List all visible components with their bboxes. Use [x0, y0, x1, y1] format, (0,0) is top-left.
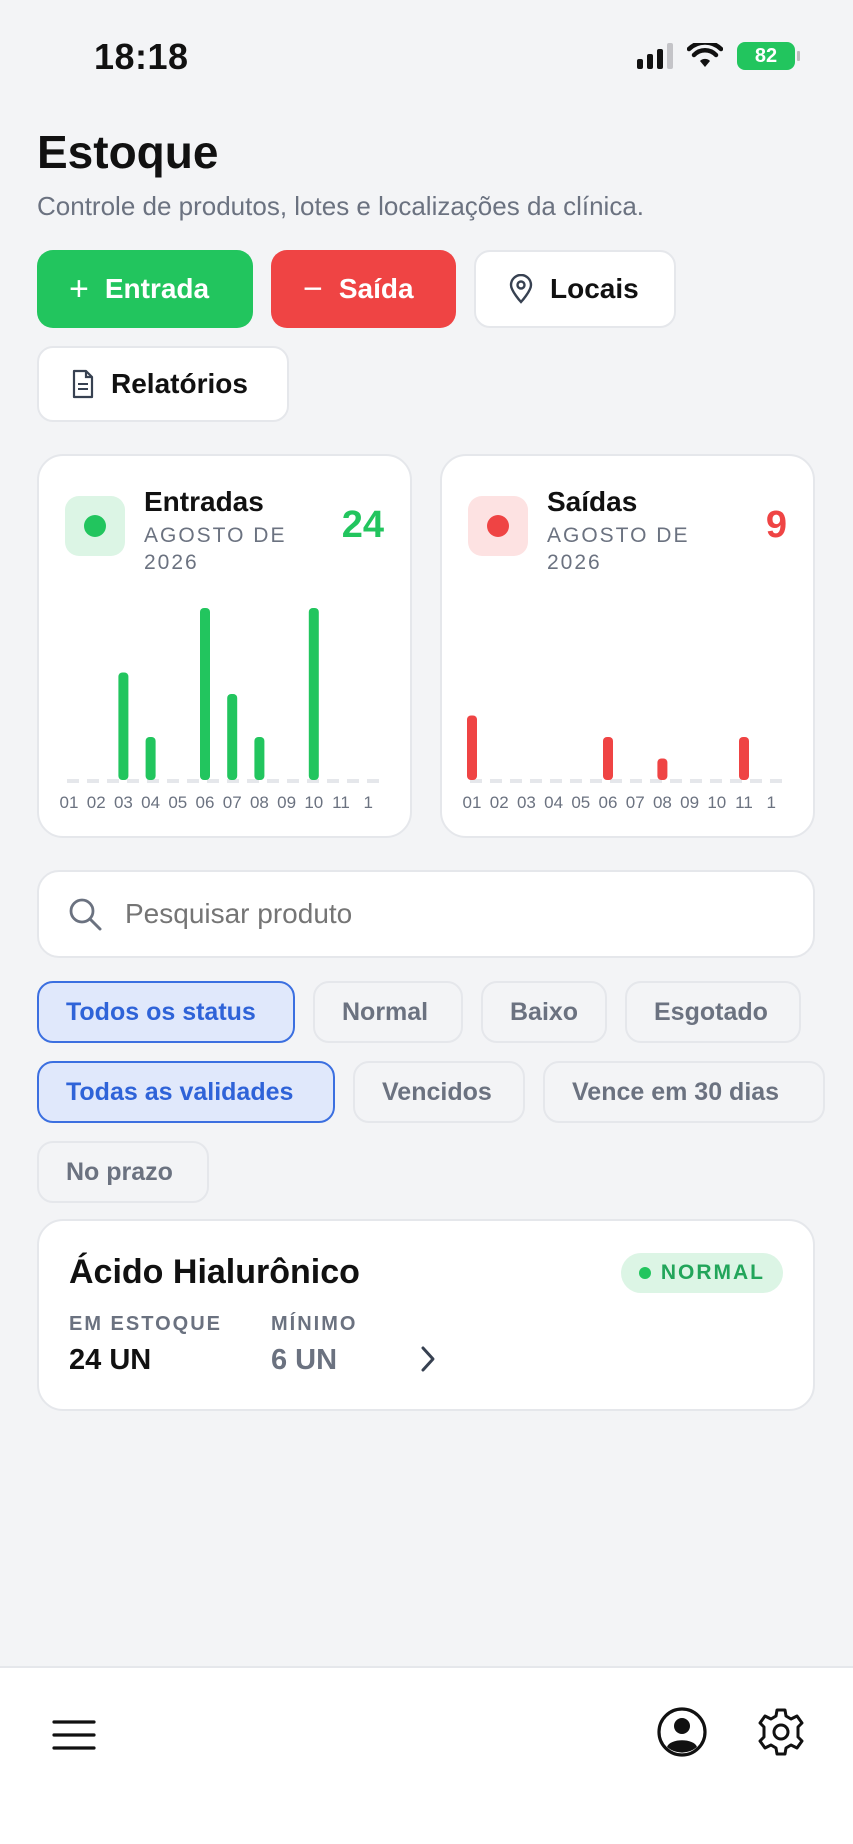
minimum-label: MÍNIMO — [271, 1313, 358, 1335]
chip-baixo[interactable]: Baixo — [481, 981, 607, 1043]
chip-todas-as-validades[interactable]: Todas as validades — [37, 1061, 335, 1123]
chart-tick-label: 11 — [332, 793, 350, 812]
saidas-card[interactable]: Saídas AGOSTO DE 2026 9 01 02 03 04 05 06 07 08… — [440, 454, 815, 838]
status-badge-label: NORMAL — [660, 1261, 765, 1284]
chart-tick-label: 07 — [626, 793, 645, 812]
chart-tick-label: 06 — [599, 793, 618, 812]
chart-bar — [467, 715, 477, 780]
document-icon — [72, 369, 94, 399]
relatorios-button[interactable]: Relatórios — [37, 346, 289, 422]
chart-tick-label: 03 — [517, 793, 536, 812]
page-title: Estoque — [37, 126, 219, 178]
saida-button[interactable]: − Saída — [271, 250, 456, 328]
plus-icon: + — [69, 270, 89, 308]
chart-tick-label: 1 — [766, 793, 775, 812]
chart-tick-label: 08 — [653, 793, 672, 812]
chart-tick-label: 05 — [168, 793, 187, 812]
chart-tick-label: 02 — [490, 793, 509, 812]
gear-icon[interactable] — [755, 1706, 807, 1758]
search-icon — [69, 898, 102, 931]
chart-tick-label: 11 — [735, 793, 753, 812]
signal-icon — [637, 43, 673, 69]
chip-normal[interactable]: Normal — [313, 981, 463, 1043]
chart-tick-label: 06 — [196, 793, 215, 812]
page-header: Estoque Controle de produtos, lotes e lo… — [37, 125, 644, 222]
relatorios-button-label: Relatórios — [111, 368, 248, 399]
status-icons: 82 — [637, 42, 800, 70]
chart-tick-label: 03 — [114, 793, 133, 812]
stock-label: EM ESTOQUE — [69, 1313, 222, 1335]
saidas-chart: 01 02 03 04 05 06 07 08 09 10 11 1 — [463, 715, 790, 812]
chip-vencidos[interactable]: Vencidos — [353, 1061, 525, 1123]
saida-button-label: Saída — [338, 273, 414, 304]
wifi-icon — [687, 43, 723, 67]
chart-tick-label: 04 — [544, 793, 563, 812]
locais-button[interactable]: Locais — [474, 250, 676, 328]
status-time: 18:18 — [94, 36, 189, 77]
summary-cards: Entradas AGOSTO DE 2026 24 01 02 03 04 05 06 0… — [37, 454, 815, 838]
bottom-nav — [0, 1666, 853, 1844]
status-dot-icon — [638, 1267, 651, 1279]
chart-bar — [308, 608, 319, 780]
chart-tick-label: 1 — [363, 793, 372, 812]
chart-tick-label: 08 — [250, 793, 269, 812]
menu-icon[interactable] — [52, 1718, 96, 1752]
chip-no-prazo[interactable]: No prazo — [37, 1141, 209, 1203]
product-card[interactable]: Ácido Hialurônico NORMAL EM ESTOQUE 24 U… — [37, 1219, 815, 1411]
status-badge: NORMAL — [620, 1253, 783, 1293]
chart-bar — [254, 737, 265, 780]
chart-bar — [603, 737, 613, 780]
user-icon[interactable] — [656, 1706, 708, 1758]
chart-bar — [145, 737, 156, 780]
minimum-value: 6 UN — [271, 1344, 338, 1376]
chart-bar — [227, 694, 238, 780]
filter-chips: Todos os status Normal Baixo Esgotado To… — [37, 981, 827, 1203]
chip-esgotado[interactable]: Esgotado — [625, 981, 801, 1043]
chart-tick-label: 10 — [304, 793, 323, 812]
chart-bar — [118, 672, 129, 780]
chart-tick-label: 01 — [60, 793, 79, 812]
chart-tick-label: 05 — [571, 793, 590, 812]
entrada-button-label: Entrada — [104, 273, 210, 304]
chart-bar — [657, 758, 668, 780]
entradas-card[interactable]: Entradas AGOSTO DE 2026 24 01 02 03 04 05 06 0… — [37, 454, 412, 838]
chart-tick-label: 09 — [680, 793, 699, 812]
chart-tick-label: 07 — [223, 793, 242, 812]
search-bar[interactable] — [37, 870, 815, 958]
chart-tick-label: 02 — [87, 793, 106, 812]
minus-icon: − — [303, 270, 323, 308]
location-pin-icon — [509, 274, 533, 304]
entradas-chart: 01 02 03 04 05 06 07 08 09 10 11 1 — [60, 608, 387, 812]
product-name: Ácido Hialurônico — [69, 1253, 360, 1291]
chevron-right-icon[interactable] — [419, 1345, 437, 1373]
chart-bar — [200, 608, 210, 780]
status-bar: 18:18 82 — [0, 0, 853, 110]
chart-tick-label: 09 — [277, 793, 296, 812]
chart-tick-label: 10 — [707, 793, 726, 812]
action-buttons: + Entrada − Saída Locais Relatórios — [37, 250, 827, 422]
chart-bar — [739, 737, 749, 780]
stock-value: 24 UN — [69, 1344, 152, 1376]
chart-tick-label: 01 — [463, 793, 482, 812]
page-subtitle: Controle de produtos, lotes e localizaçõ… — [37, 191, 645, 221]
search-input[interactable] — [125, 898, 765, 930]
locais-button-label: Locais — [550, 273, 639, 304]
minimum-stat: MÍNIMO 6 UN — [271, 1313, 357, 1377]
stock-stat: EM ESTOQUE 24 UN — [69, 1313, 222, 1377]
chart-tick-label: 04 — [141, 793, 160, 812]
entrada-button[interactable]: + Entrada — [37, 250, 253, 328]
chip-todos-os-status[interactable]: Todos os status — [37, 981, 295, 1043]
battery-icon: 82 — [737, 42, 800, 70]
chip-vence-em-30-dias[interactable]: Vence em 30 dias — [543, 1061, 825, 1123]
